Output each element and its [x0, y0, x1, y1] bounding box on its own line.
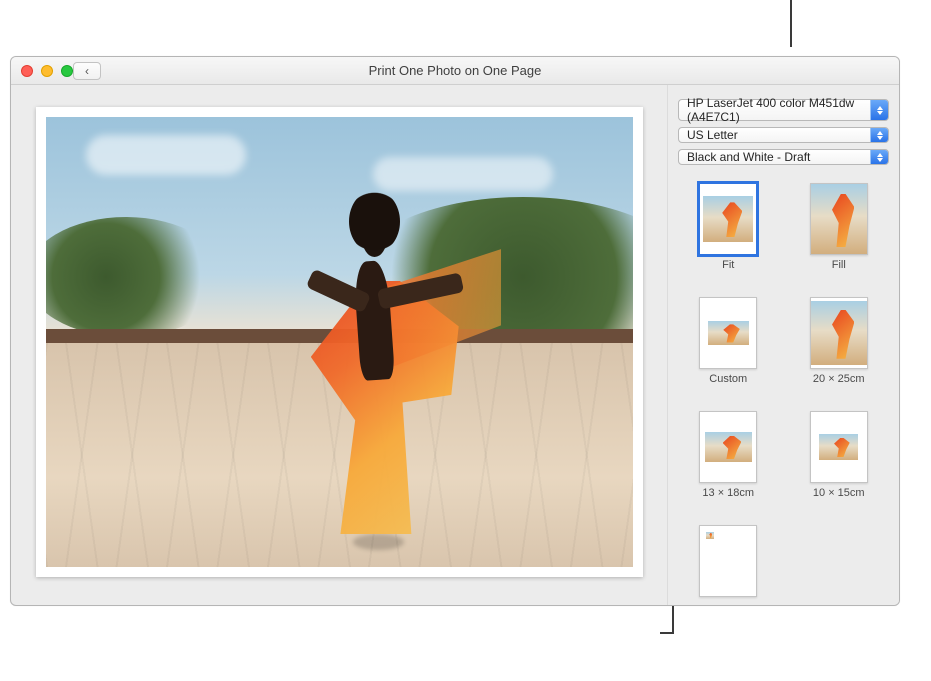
format-option-20x25[interactable]: 20 × 25cm — [799, 297, 880, 385]
print-dialog-window: ‹ Print One Photo on One Page — [10, 56, 900, 606]
print-quality-popup[interactable]: Black and White - Draft — [678, 149, 889, 165]
preview-area — [11, 85, 667, 605]
format-option-13x18[interactable]: 13 × 18cm — [688, 411, 769, 499]
updown-arrows-icon — [870, 150, 888, 164]
photo-thumbnail-icon — [811, 301, 867, 365]
paper-size-popup[interactable]: US Letter — [678, 127, 889, 143]
format-thumbnail — [699, 525, 757, 597]
photo-thumbnail-icon — [708, 321, 749, 345]
print-quality-value: Black and White - Draft — [687, 150, 810, 164]
back-button[interactable]: ‹ — [73, 62, 101, 80]
photo-thumbnail-icon — [703, 196, 753, 242]
format-label: Custom — [709, 373, 747, 385]
photo-preview — [46, 117, 633, 567]
titlebar: ‹ Print One Photo on One Page — [11, 57, 899, 85]
updown-arrows-icon — [870, 128, 888, 142]
minimize-window-button[interactable] — [41, 65, 53, 77]
format-label: Fill — [832, 259, 846, 271]
format-option-10x15[interactable]: 10 × 15cm — [799, 411, 880, 499]
format-label: 20 × 25cm — [813, 373, 865, 385]
photo-thumbnail-icon — [705, 432, 752, 463]
close-window-button[interactable] — [21, 65, 33, 77]
callout-line-top — [790, 0, 792, 47]
format-label: Fit — [722, 259, 734, 271]
window-title: Print One Photo on One Page — [11, 63, 899, 78]
print-sidebar: HP LaserJet 400 color M451dw (A4E7C1) US… — [667, 85, 899, 605]
format-label: 13 × 18cm — [702, 487, 754, 499]
content-area: HP LaserJet 400 color M451dw (A4E7C1) US… — [11, 85, 899, 605]
traffic-lights — [21, 65, 73, 77]
format-thumbnail — [810, 411, 868, 483]
format-label: 10 × 15cm — [813, 487, 865, 499]
format-option-fit[interactable]: Fit — [688, 183, 769, 271]
paper-size-value: US Letter — [687, 128, 738, 142]
photo-thumbnail-icon — [706, 532, 714, 539]
format-thumbnail — [810, 183, 868, 255]
zoom-window-button[interactable] — [61, 65, 73, 77]
chevron-left-icon: ‹ — [85, 64, 89, 78]
format-thumbnail — [699, 297, 757, 369]
format-grid: Fit Fill Custom 20 × 25cm 13 × 18cm 10 × 15cm — [678, 183, 889, 601]
format-option-fill[interactable]: Fill — [799, 183, 880, 271]
photo-thumbnail-icon — [811, 184, 867, 254]
photo-thumbnail-icon — [819, 434, 858, 459]
format-option-actual[interactable] — [688, 525, 769, 601]
printer-popup[interactable]: HP LaserJet 400 color M451dw (A4E7C1) — [678, 99, 889, 121]
print-page-preview — [36, 107, 643, 577]
printer-popup-value: HP LaserJet 400 color M451dw (A4E7C1) — [687, 96, 868, 124]
format-thumbnail — [699, 411, 757, 483]
format-thumbnail — [810, 297, 868, 369]
format-thumbnail — [699, 183, 757, 255]
format-option-custom[interactable]: Custom — [688, 297, 769, 385]
updown-arrows-icon — [870, 100, 888, 120]
